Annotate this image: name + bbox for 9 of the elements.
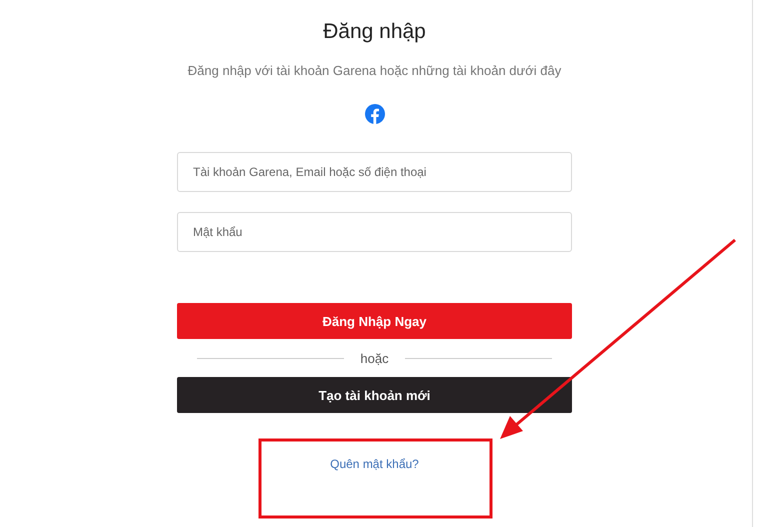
facebook-icon[interactable] — [364, 104, 384, 124]
input-field[interactable]: Tài khoản Garena, Email hoặc số điện thoại — [177, 152, 572, 192]
subtitle: Đăng nhập với tài khoản Garena hoặc những tài khoản dưới đây — [188, 63, 562, 79]
page-title: Đăng nhập — [323, 19, 426, 45]
input-field[interactable]: Mật khẩu — [177, 212, 572, 252]
forgot-password-link[interactable]: Quên mật khẩu? — [330, 457, 419, 471]
register-button[interactable]: Tạo tài khoản mới — [177, 377, 572, 413]
login-button[interactable]: Đăng Nhập Ngay — [177, 303, 572, 339]
divider-label: hoặc — [360, 350, 389, 366]
